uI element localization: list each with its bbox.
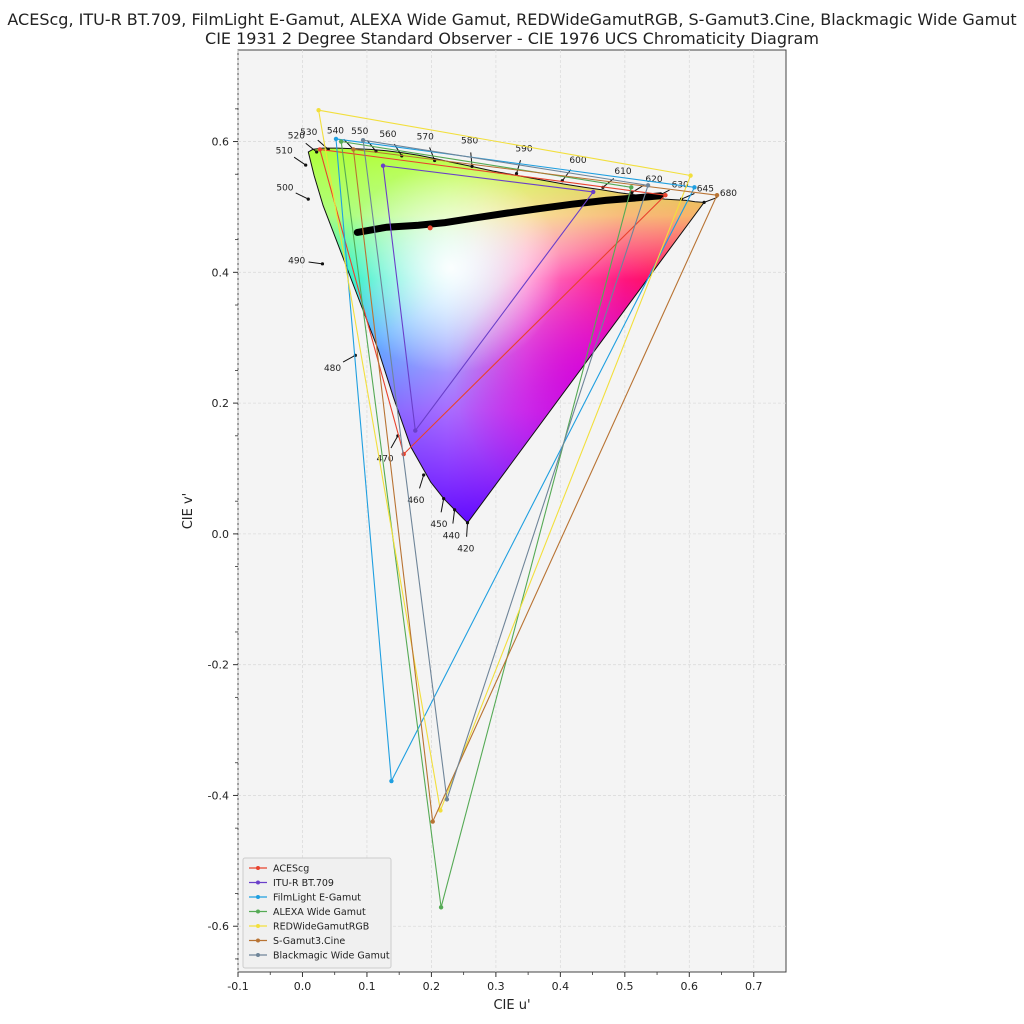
gamut-primary-marker xyxy=(380,163,386,168)
legend-swatch-marker xyxy=(256,924,260,928)
y-tick-label: 0.4 xyxy=(212,266,230,279)
x-axis-label: CIE u' xyxy=(493,998,530,1013)
wavelength-dot xyxy=(514,171,519,176)
wavelength-label: 560 xyxy=(379,130,396,140)
wavelength-dot xyxy=(470,164,474,168)
wavelength-label: 490 xyxy=(288,256,305,266)
x-tick-label: -0.1 xyxy=(227,980,248,993)
gamut-primary-marker xyxy=(333,136,339,142)
legend-swatch-marker xyxy=(256,909,260,914)
gamut-primary-marker xyxy=(714,192,720,198)
wavelength-dot xyxy=(306,197,310,201)
wavelength-dot xyxy=(442,496,446,501)
gamut-primary-marker xyxy=(338,139,344,144)
legend-label: ALEXA Wide Gamut xyxy=(273,907,366,918)
wavelength-label: 550 xyxy=(351,127,368,137)
gamut-primary-marker xyxy=(692,185,697,190)
legend-swatch-marker xyxy=(256,953,260,957)
x-tick-label: 0.3 xyxy=(487,980,505,993)
legend-label: FilmLight E-Gamut xyxy=(273,893,361,904)
wavelength-dot xyxy=(320,262,325,266)
y-tick-label: -0.6 xyxy=(208,920,229,933)
y-tick-label: 0.0 xyxy=(212,528,230,541)
y-tick-label: 0.2 xyxy=(212,397,230,410)
wavelength-label: 450 xyxy=(430,520,447,530)
x-tick-label: 0.4 xyxy=(552,980,570,993)
gamut-primary-marker xyxy=(438,905,444,910)
legend-swatch-marker xyxy=(256,895,260,899)
wavelength-label: 500 xyxy=(276,184,293,194)
gamut-primary-marker xyxy=(629,185,634,190)
gamut-primary-marker xyxy=(317,147,323,152)
wavelength-dot xyxy=(465,521,470,525)
wavelength-dot xyxy=(315,150,319,154)
legend: ACEScg ITU-R BT.709 FilmLight E-Gamut ALEXA… xyxy=(242,857,392,969)
y-axis-label: CIE v' xyxy=(181,493,196,530)
gamut-primary-marker xyxy=(688,173,693,178)
wavelength-label: 510 xyxy=(276,146,293,156)
wavelength-dot xyxy=(453,508,457,512)
gamut-primary-marker xyxy=(444,797,450,802)
gamut-primary-marker xyxy=(663,192,668,198)
wavelength-label: 420 xyxy=(457,545,474,555)
legend-swatch-marker xyxy=(256,880,260,885)
gamut-primary-marker xyxy=(591,189,596,195)
white-point-marker xyxy=(427,225,433,231)
y-tick-label: -0.4 xyxy=(208,789,229,802)
gamut-primary-marker xyxy=(389,778,394,784)
x-tick-label: 0.5 xyxy=(616,980,634,993)
gamut-primary-marker xyxy=(351,147,356,152)
wavelength-label: 540 xyxy=(327,127,344,137)
x-tick-label: 0.7 xyxy=(745,980,763,993)
wavelength-label: 480 xyxy=(324,364,341,374)
wavelength-label: 440 xyxy=(443,531,460,541)
legend-label: ACEScg xyxy=(273,864,309,875)
gamut-primary-marker xyxy=(430,819,435,824)
wavelength-dot xyxy=(304,163,308,167)
x-tick-label: 0.1 xyxy=(358,980,376,993)
legend-label: Blackmagic Wide Gamut xyxy=(273,951,390,962)
wavelength-dot xyxy=(422,473,426,477)
legend-swatch-marker xyxy=(256,938,260,943)
wavelength-label: 610 xyxy=(614,167,631,177)
gamut-primary-marker xyxy=(413,428,418,433)
x-tick-label: 0.2 xyxy=(423,980,441,993)
legend-label: ITU-R BT.709 xyxy=(273,878,334,889)
y-tick-label: -0.2 xyxy=(208,659,229,672)
x-tick-label: 0.0 xyxy=(294,980,312,993)
gamut-primary-marker xyxy=(316,107,321,113)
y-tick-label: 0.6 xyxy=(212,136,230,149)
wavelength-label: 530 xyxy=(300,128,317,138)
gamut-primary-marker xyxy=(645,183,651,188)
legend-label: REDWideGamutRGB xyxy=(273,922,369,933)
wavelength-label: 600 xyxy=(569,156,586,166)
gamut-primary-marker xyxy=(360,138,366,143)
legend-label: S-Gamut3.Cine xyxy=(273,936,345,947)
wavelength-label: 570 xyxy=(417,132,434,142)
x-tick-label: 0.6 xyxy=(681,980,699,993)
wavelength-dot xyxy=(702,200,706,204)
chromaticity-chart: 420440450460470480490500510520530 540 550 5… xyxy=(181,49,787,1013)
wavelength-label: 680 xyxy=(720,189,737,199)
legend-swatch-marker xyxy=(256,866,260,870)
